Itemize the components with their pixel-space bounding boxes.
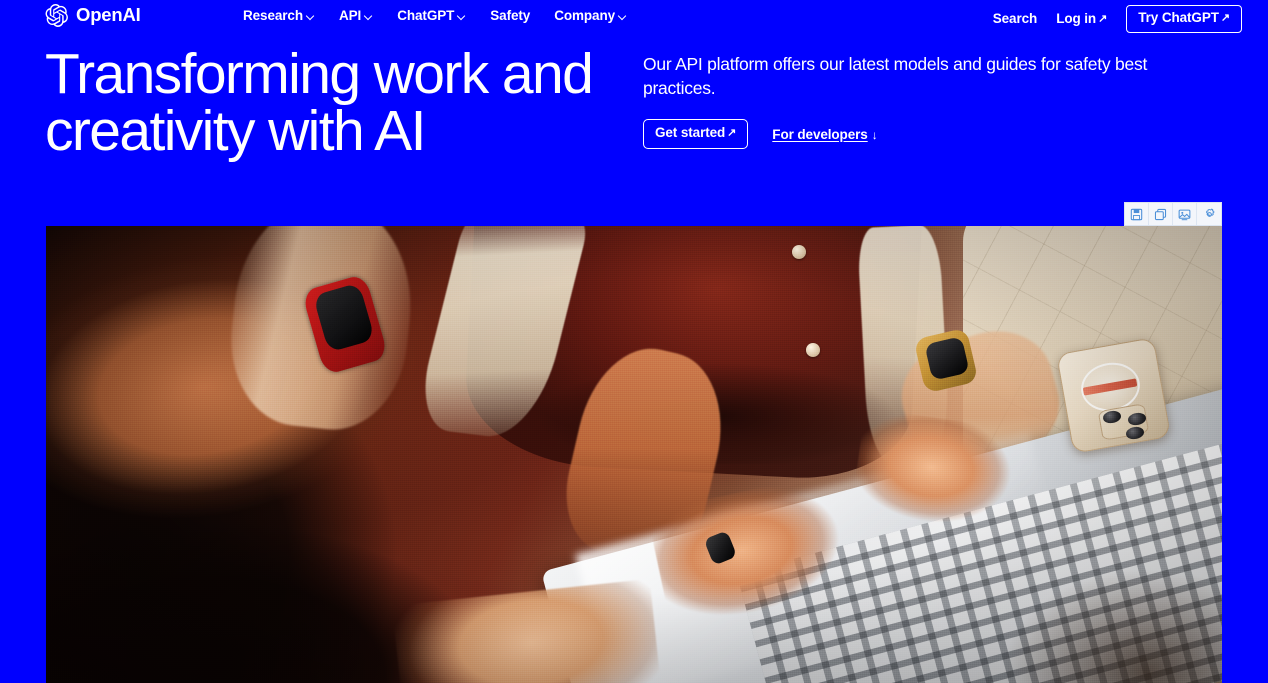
save-icon <box>1130 208 1143 221</box>
page-title-line-2: creativity with AI <box>45 99 426 163</box>
brand-name: OpenAI <box>76 4 141 26</box>
chevron-down-icon <box>457 12 466 21</box>
hero-right-column: Our API platform offers our latest model… <box>643 52 1223 150</box>
nav-item-chatgpt[interactable]: ChatGPT <box>397 8 466 23</box>
hero-subtitle: Our API platform offers our latest model… <box>643 54 1148 99</box>
nav-item-research-label: Research <box>243 8 303 23</box>
nav-item-company[interactable]: Company <box>554 8 627 23</box>
search-button[interactable]: Search <box>993 11 1038 26</box>
chevron-down-icon <box>618 12 627 21</box>
nav-item-api-label: API <box>339 8 362 23</box>
arrow-down-icon: ↓ <box>871 127 878 142</box>
top-navigation-bar: OpenAI Research API ChatGPT Safety Compa… <box>0 0 1268 34</box>
arrow-up-right-icon: ↗ <box>1220 12 1230 24</box>
arrow-up-right-icon: ↗ <box>727 127 737 140</box>
for-developers-label: For developers <box>772 126 868 142</box>
copy-icon <box>1154 208 1167 221</box>
login-link[interactable]: Log in ↗ <box>1056 11 1107 26</box>
settings-button[interactable] <box>1197 203 1221 225</box>
image-toolbar <box>1124 202 1222 226</box>
arrow-up-right-icon: ↗ <box>1098 13 1108 26</box>
nav-item-chatgpt-label: ChatGPT <box>397 8 455 23</box>
brand-logo-link[interactable]: OpenAI <box>44 3 141 28</box>
nav-item-api[interactable]: API <box>339 8 373 23</box>
openai-logo-icon <box>44 3 69 28</box>
settings-gear-icon <box>1203 208 1216 221</box>
image-icon <box>1178 208 1191 221</box>
page-title-line-1: Transforming work and <box>45 42 594 106</box>
nav-item-safety[interactable]: Safety <box>490 8 530 23</box>
hero-image-content <box>46 226 1222 683</box>
try-chatgpt-label: Try ChatGPT <box>1138 10 1219 25</box>
chevron-down-icon <box>364 12 373 21</box>
nav-item-company-label: Company <box>554 8 616 23</box>
nav-actions: Search Log in ↗ Try ChatGPT ↗ <box>993 5 1242 33</box>
chevron-down-icon <box>306 12 315 21</box>
save-button[interactable] <box>1125 203 1149 225</box>
nav-links: Research API ChatGPT Safety Company <box>243 8 627 23</box>
hero-image <box>46 226 1222 683</box>
image-button[interactable] <box>1173 203 1197 225</box>
nav-item-research[interactable]: Research <box>243 8 315 23</box>
page-title: Transforming work and creativity with AI <box>45 46 645 160</box>
copy-button[interactable] <box>1149 203 1173 225</box>
hero-cta-group: Get started ↗ For developers ↓ <box>643 119 1223 150</box>
get-started-label: Get started <box>655 125 726 141</box>
try-chatgpt-button[interactable]: Try ChatGPT ↗ <box>1126 5 1242 33</box>
nav-item-safety-label: Safety <box>490 8 531 23</box>
for-developers-link[interactable]: For developers ↓ <box>772 127 877 142</box>
get-started-button[interactable]: Get started ↗ <box>643 119 749 150</box>
login-label: Log in <box>1056 11 1097 27</box>
